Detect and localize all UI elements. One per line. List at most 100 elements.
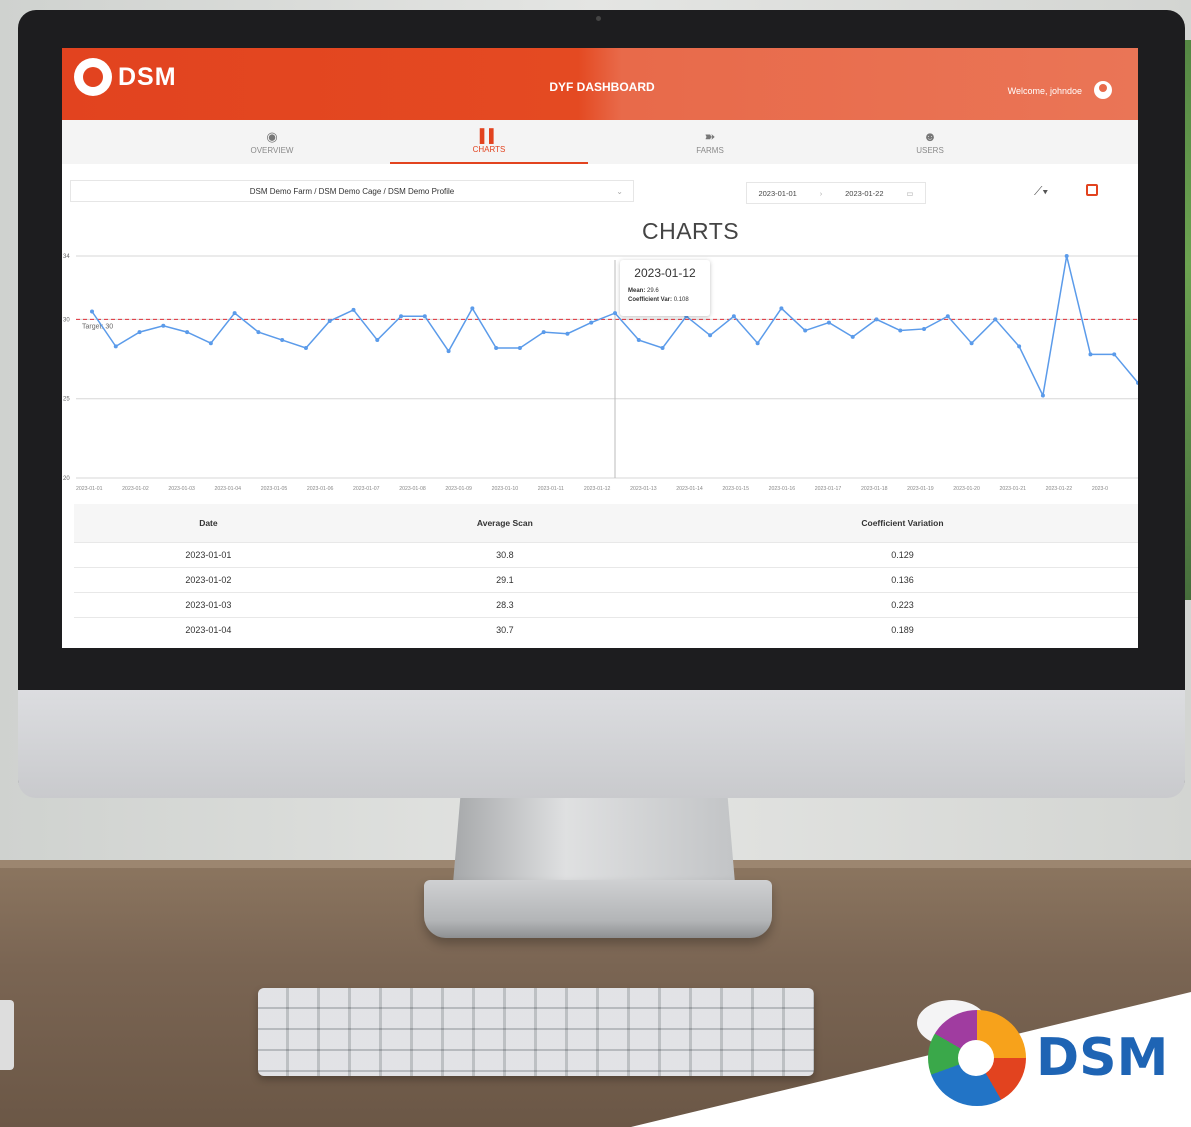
data-point [422,314,427,319]
table-row: 2023-01-04 30.7 0.189 [74,617,1138,642]
x-tick-label: 2023-01-15 [722,486,749,492]
cell-average-scan: 29.1 [342,567,667,593]
data-point [185,330,190,335]
nav-tabs: ◉ OVERVIEW ▌▌ CHARTS ➽ FARMS ☻ USERS [62,120,1138,164]
data-point [1112,352,1117,357]
table-row: 2023-01-03 28.3 0.223 [74,592,1138,618]
x-tick-label: 2023-0 [1092,486,1108,492]
app-screen: DSM DYF DASHBOARD Welcome, johndoe ◉ OVE… [62,48,1138,648]
y-tick-label: 34 [63,254,70,260]
cell-average-scan: 30.7 [342,617,667,642]
cell-coefficient-variation: 0.129 [666,542,1138,568]
data-point [1040,393,1045,398]
tooltip-mean-value: 29.6 [647,288,659,294]
date-start[interactable]: 2023-01-01 [758,189,796,198]
column-header-coefficient-variation[interactable]: Coefficient Variation [666,504,1138,543]
x-tick-label: 2023-01-17 [815,486,842,492]
date-end[interactable]: 2023-01-22 [845,189,883,198]
line-chart-icon[interactable]: ⟋▾ [1034,184,1048,199]
cell-date: 2023-01-02 [74,567,343,593]
x-tick-label: 2023-01-01 [76,486,103,492]
data-point [874,317,879,322]
cell-average-scan: 28.3 [342,592,667,618]
tab-label: CHARTS [472,144,506,154]
tooltip-cv: Coefficient Var: 0.108 [628,297,689,303]
bar-chart-icon: ▌▌ [479,127,499,143]
y-tick-label: 20 [63,476,70,482]
tooltip-mean: Mean: 29.6 [628,288,659,294]
monitor-stand-base [424,880,772,938]
x-tick-label: 2023-01-03 [168,486,195,492]
data-point [922,326,927,331]
table-row: 2023-01-02 29.1 0.136 [74,567,1138,593]
data-point [375,338,380,343]
data-point [541,330,546,335]
x-tick-label: 2023-01-13 [630,486,657,492]
data-point [755,341,760,346]
tab-label: USERS [916,145,944,155]
phone [0,1000,14,1070]
data-point [399,314,404,319]
target-label: Target: 30 [82,323,113,330]
brand-text: DSM [1036,1028,1169,1088]
app-header: DSM DYF DASHBOARD Welcome, johndoe [62,48,1138,120]
column-header-average-scan[interactable]: Average Scan [342,504,667,543]
tab-label: FARMS [696,145,724,155]
data-point [993,317,998,322]
app-logo[interactable]: DSM [74,58,177,96]
profile-path-value: DSM Demo Farm / DSM Demo Cage / DSM Demo… [249,186,455,196]
tab-charts[interactable]: ▌▌ CHARTS [390,120,588,164]
users-icon: ☻ [923,128,937,144]
x-tick-label: 2023-01-10 [492,486,519,492]
data-point [779,306,784,311]
x-tick-label: 2023-01-05 [261,486,288,492]
tab-label: OVERVIEW [250,145,294,155]
tab-farms[interactable]: ➽ FARMS [610,120,810,164]
dsm-brand-mark-icon [928,1010,1026,1106]
data-point [1017,344,1022,349]
date-range-picker[interactable]: 2023-01-01 › 2023-01-22 ▭ [746,182,926,204]
y-tick-label: 25 [63,397,70,403]
chevron-down-icon: ⌄ [616,186,623,196]
chart-tooltip: 2023-01-12 Mean: 29.6 Coefficient Var: 0… [620,260,710,316]
y-tick-label: 30 [63,317,70,323]
x-tick-label: 2023-01-04 [215,486,242,492]
dashboard-title: DYF DASHBOARD [549,80,655,94]
export-icon[interactable] [1086,184,1098,196]
data-point [208,341,213,346]
data-point [898,328,903,333]
tooltip-cv-value: 0.108 [673,297,689,303]
data-point [660,345,665,350]
data-point [446,349,451,354]
data-point [90,309,94,314]
tab-users[interactable]: ☻ USERS [830,120,1030,164]
data-point [803,328,808,333]
data-point [327,319,332,324]
data-point [613,311,617,316]
cell-date: 2023-01-01 [74,542,343,568]
camera-dot [596,16,601,21]
x-tick-label: 2023-01-22 [1046,486,1073,492]
data-point [945,314,950,319]
data-point [494,345,499,350]
x-tick-label: 2023-01-21 [999,486,1026,492]
user-account-icon[interactable] [1094,81,1112,99]
cell-average-scan: 30.8 [342,542,667,568]
data-point [256,330,261,335]
x-tick-label: 2023-01-08 [399,486,426,492]
logo-text: DSM [118,62,177,91]
data-point [969,341,974,346]
tab-overview[interactable]: ◉ OVERVIEW [172,120,372,164]
column-header-date[interactable]: Date [74,504,343,543]
table-header-row: Date Average Scan Coefficient Variation [74,504,1138,543]
profile-path-select[interactable]: DSM Demo Farm / DSM Demo Cage / DSM Demo… [70,180,634,202]
page-title: CHARTS [642,218,740,244]
data-point [636,338,641,343]
dsm-brand-logo: DSM [928,1010,1168,1106]
x-tick-label: 2023-01-07 [353,486,380,492]
x-tick-label: 2023-01-18 [861,486,888,492]
table-row: 2023-01-01 30.8 0.129 [74,542,1138,568]
scan-line-chart: 20 25 30 34 Target: 30 2023-01-01 2023-01-02 20… [63,254,1138,492]
data-point [303,345,308,350]
monitor-chin [18,690,1185,798]
